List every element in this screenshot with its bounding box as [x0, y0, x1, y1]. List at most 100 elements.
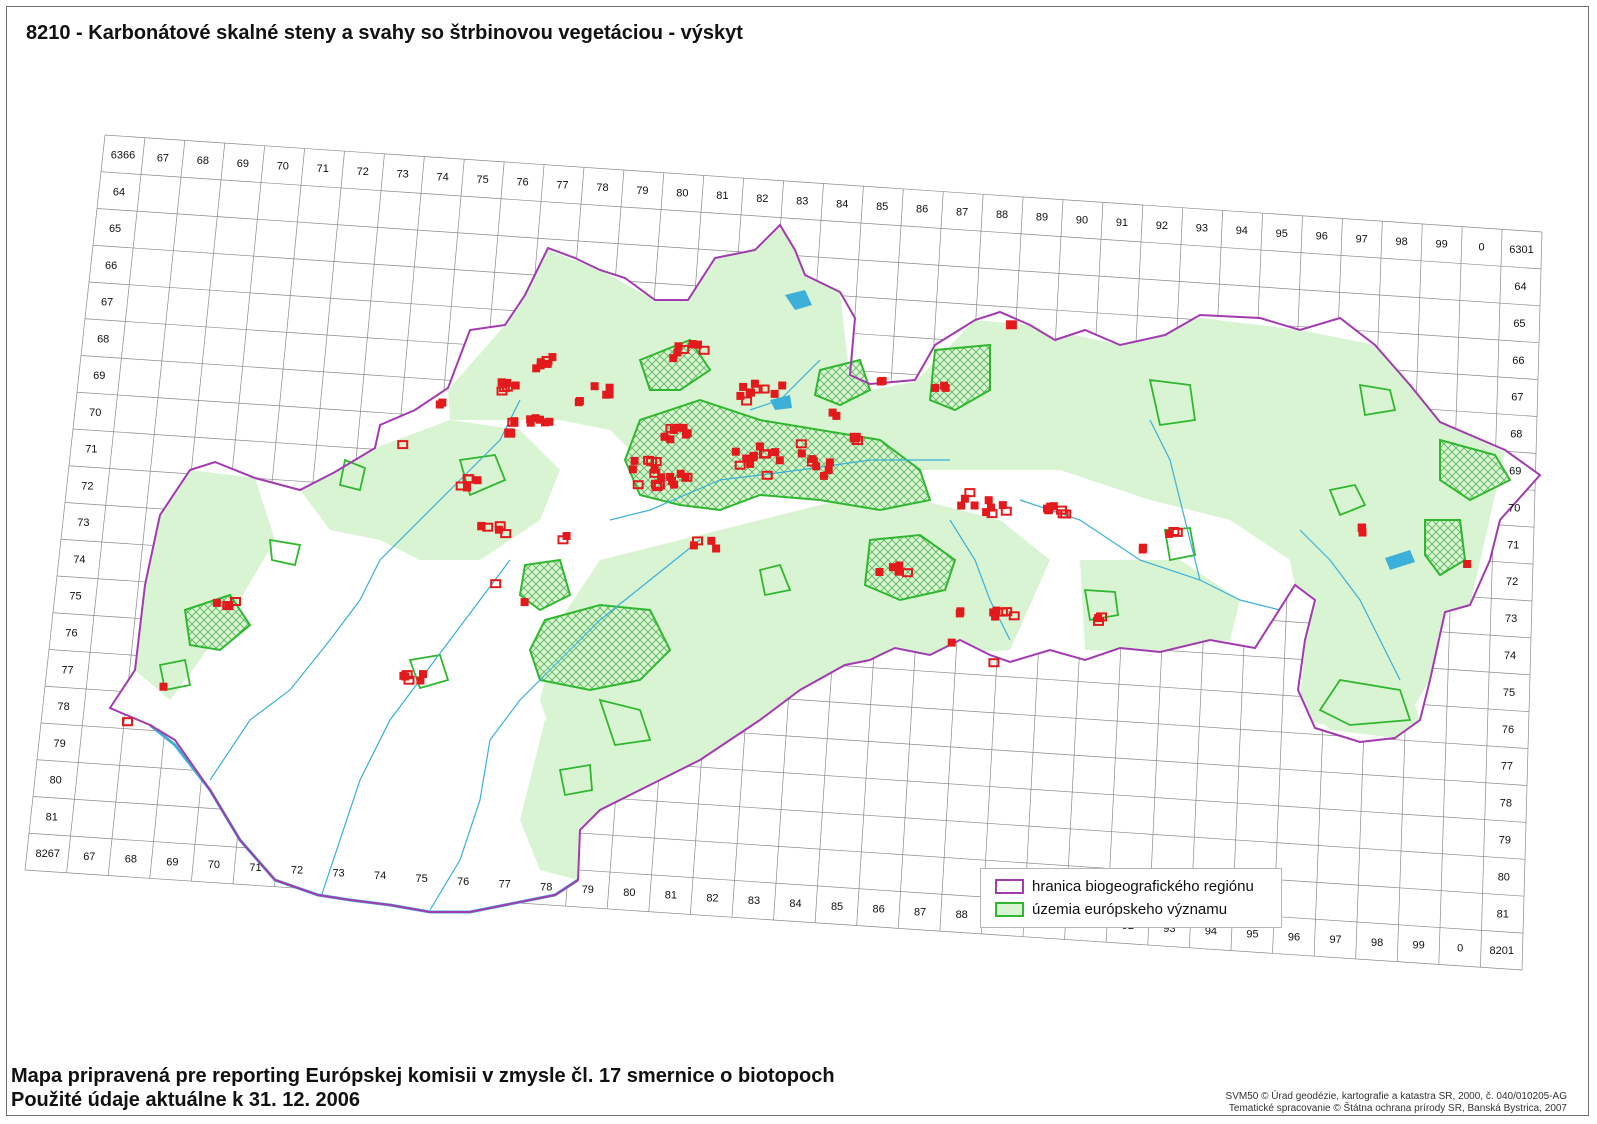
credit-line-1: SVM50 © Úrad geodézie, kartografie a kat… — [1225, 1091, 1567, 1102]
grid-label-left: 77 — [61, 664, 73, 676]
occurrence-square — [1139, 543, 1147, 552]
grid-label-top: 77 — [556, 179, 568, 191]
occurrence-square — [739, 382, 748, 391]
grid-label-right: 69 — [1509, 465, 1521, 477]
occurrence-square — [630, 456, 639, 465]
grid-label-top: 94 — [1236, 225, 1248, 237]
occurrence-square — [505, 428, 514, 437]
grid-label-left: 79 — [54, 738, 66, 750]
grid-label-bottom: 76 — [457, 876, 469, 888]
occurrence-square — [401, 672, 410, 681]
occurrence-square — [931, 383, 939, 392]
occurrence-square — [510, 417, 519, 426]
grid-label-left: 65 — [109, 223, 121, 235]
occurrence-square — [770, 389, 779, 398]
occurrence-square — [771, 448, 780, 457]
occurrence-square — [970, 501, 979, 510]
grid-label-right: 79 — [1499, 834, 1511, 846]
map-canvas: 6366 67 68 69 70 71 72 73 74 75 76 77 78 79 80 81 82 83 84… — [24, 134, 1543, 971]
grid-label-left: 69 — [93, 370, 105, 382]
grid-label-top: 69 — [237, 158, 249, 170]
occurrence-square — [1463, 560, 1472, 568]
grid-label-right: 67 — [1511, 392, 1523, 404]
occurrence-square — [526, 415, 535, 424]
grid-label-top: 89 — [1036, 212, 1048, 224]
occurrence-square — [224, 601, 233, 609]
grid-label-right: 77 — [1501, 761, 1513, 773]
credit-line-2: Tematické spracovanie © Štátna ochrana p… — [1228, 1103, 1567, 1114]
legend-label-sites: územia európskeho významu — [1032, 900, 1228, 918]
occurrence-square — [548, 353, 557, 362]
grid-label-top: 76 — [516, 177, 528, 189]
grid-label-bottom: 86 — [872, 904, 884, 916]
grid-label-right: 81 — [1497, 908, 1509, 920]
occurrence-square — [682, 430, 690, 439]
occurrence-square — [159, 682, 168, 691]
grid-label-right: 80 — [1498, 871, 1510, 883]
occurrence-square — [875, 568, 884, 576]
grid-line-horizontal — [24, 869, 1523, 971]
grid-label-left: 70 — [89, 407, 101, 419]
grid-label-bottom: 81 — [665, 890, 677, 902]
grid-label-left: 75 — [69, 591, 81, 603]
grid-label-bottom: 74 — [374, 870, 386, 882]
grid-label-bottom: 80 — [623, 887, 635, 899]
grid-label-top: 86 — [916, 204, 928, 216]
occurrence-square — [828, 408, 837, 417]
grid-label-bottom: 84 — [789, 898, 801, 910]
occurrence-square — [666, 435, 675, 444]
grid-label-bottom: 99 — [1413, 940, 1425, 952]
occurrence-square — [477, 522, 486, 531]
occurrence-square — [775, 456, 784, 465]
occurrence-square — [797, 449, 806, 458]
grid-label-left: 64 — [113, 186, 125, 198]
occurrence-square — [755, 442, 764, 451]
footer-line-1: Mapa pripravená pre reporting Európskej … — [11, 1065, 835, 1087]
grid-label-bottom: 8201 — [1489, 945, 1513, 957]
grid-label-right: 64 — [1514, 281, 1526, 293]
occurrence-square — [679, 423, 688, 432]
grid-label-right: 68 — [1510, 429, 1522, 441]
grid-line-horizontal — [100, 171, 1542, 270]
occurrence-square — [511, 381, 520, 390]
grid-label-bottom: 77 — [499, 879, 511, 891]
grid-label-left: 73 — [77, 517, 89, 529]
grid-label-top: 72 — [357, 166, 369, 178]
grid-label-bottom: 82 — [706, 892, 718, 904]
grid-label-left: 76 — [65, 628, 77, 640]
grid-label-top: 79 — [636, 185, 648, 197]
occurrence-square — [895, 561, 904, 570]
grid-label-bottom: 71 — [249, 862, 261, 874]
grid-label-top: 73 — [397, 169, 409, 181]
grid-label-top: 84 — [836, 198, 848, 210]
grid-label-right: 75 — [1503, 687, 1515, 699]
grid-label-top: 85 — [876, 201, 888, 213]
grid-line-horizontal — [104, 134, 1543, 233]
occurrence-square — [605, 383, 614, 392]
occurrence-square — [957, 501, 966, 510]
grid-label-top: 78 — [596, 182, 608, 194]
occurrence-square — [575, 397, 584, 405]
occurrence-square — [473, 476, 482, 485]
grid-label-bottom: 88 — [956, 909, 968, 921]
occurrence-square — [778, 381, 787, 390]
grid-label-bottom: 0 — [1457, 942, 1463, 954]
occurrence-square — [707, 536, 716, 545]
occurrence-square — [876, 377, 885, 386]
occurrence-square — [1007, 321, 1016, 329]
grid-label-bottom: 96 — [1288, 931, 1300, 943]
grid-label-bottom: 85 — [831, 901, 843, 913]
grid-label-top: 92 — [1156, 220, 1168, 232]
grid-label-top: 88 — [996, 209, 1008, 221]
grid-label-top: 81 — [716, 190, 728, 202]
legend: hranica biogeografického regiónu územia … — [980, 868, 1282, 928]
grid-label-top: 68 — [197, 155, 209, 167]
occurrence-square — [605, 390, 614, 399]
footer-credits: SVM50 © Úrad geodézie, kartografie a kat… — [1226, 1091, 1567, 1115]
grid-label-right: 78 — [1500, 798, 1512, 810]
grid-label-right: 73 — [1505, 613, 1517, 625]
grid-label-top: 75 — [476, 174, 488, 186]
grid-label-bottom: 87 — [914, 906, 926, 918]
grid-label-right: 66 — [1512, 355, 1524, 367]
grid-label-top: 71 — [317, 163, 329, 175]
